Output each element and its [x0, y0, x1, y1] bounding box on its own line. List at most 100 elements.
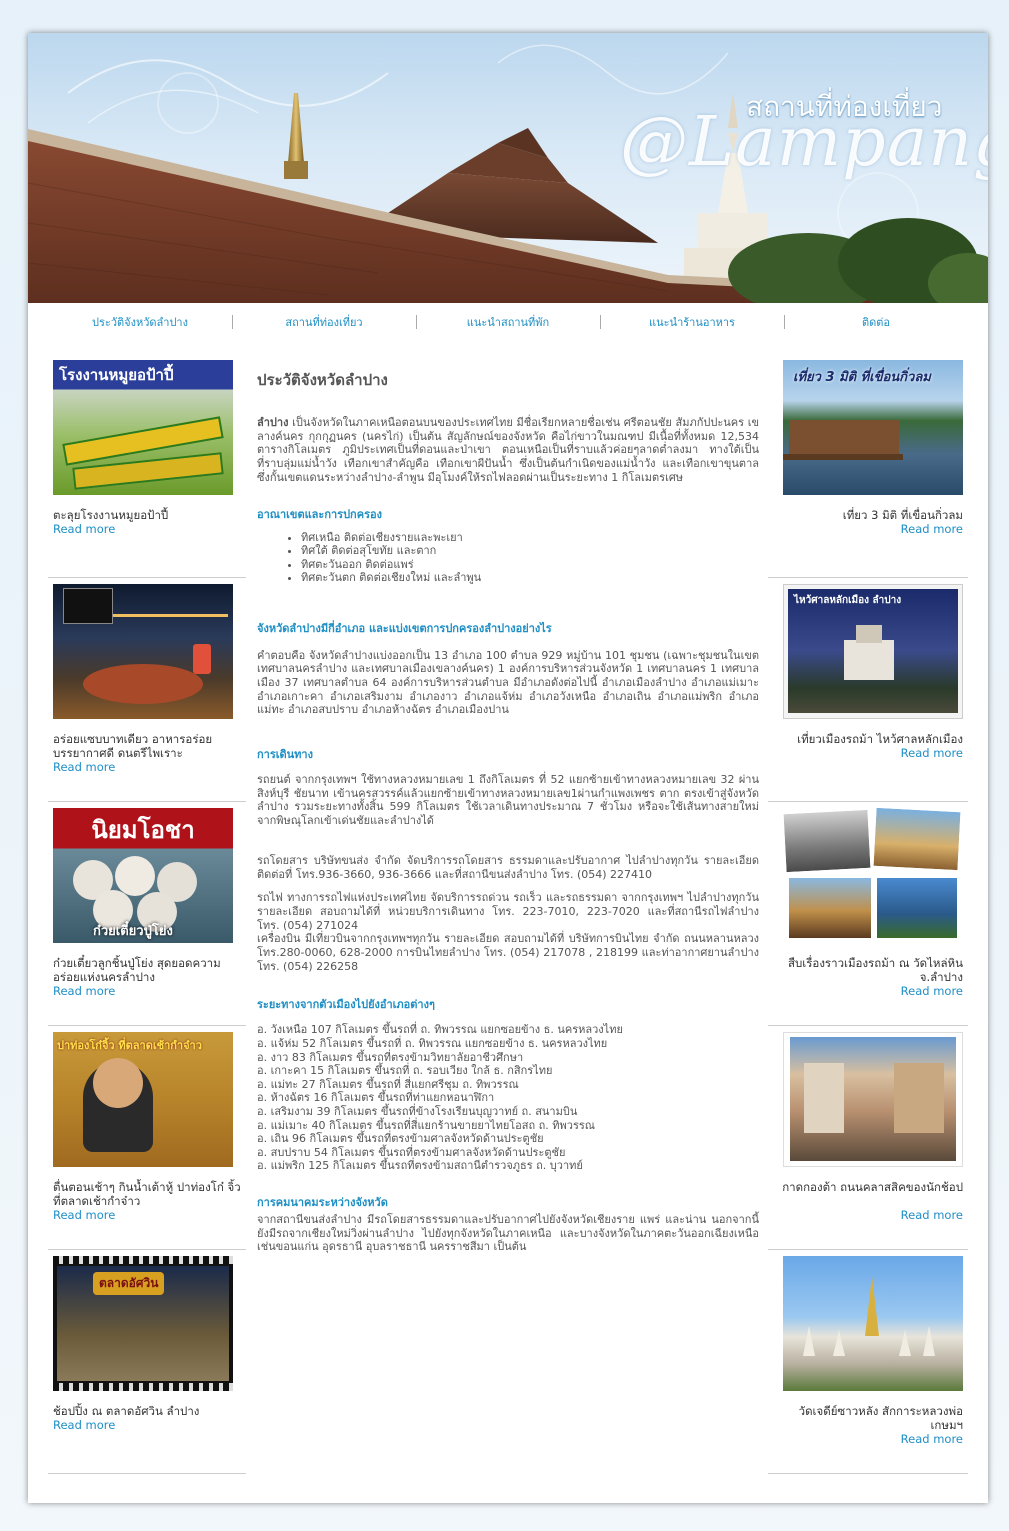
card-divider — [768, 801, 968, 802]
list-item: อ. ห้างฉัตร 16 กิโลเมตร ขึ้นรถที่ท่าแยกห… — [257, 1091, 495, 1105]
card-thumbnail[interactable]: ไหว้ศาลหลักเมือง ลำปาง — [783, 584, 963, 719]
intro-text: เป็นจังหวัดในภาคเหนือตอนบนของประเทศไทย ม… — [257, 416, 759, 484]
left-card: นิยมโอชา ก๋วยเตี๋ยวปู่โย่ง ก๋วยเตี๋ยวลูก… — [48, 808, 248, 1032]
card-caption: กาดกองต้า ถนนคลาสสิคของนักช้อป — [782, 1180, 963, 1194]
card-divider — [768, 1025, 968, 1026]
distance-list: อ. วังเหนือ 107 กิโลเมตร ขึ้นรถที่ ถ. ทิ… — [257, 1023, 759, 1173]
card-divider — [48, 1473, 246, 1474]
thumbnail-banner-text: โรงงานหมูยอป้าปี้ — [59, 366, 174, 384]
read-more-link[interactable]: Read more — [53, 760, 115, 774]
card-thumbnail[interactable] — [783, 808, 963, 943]
thumbnail-banner-text: ไหว้ศาลหลักเมือง ลำปาง — [794, 595, 902, 606]
list-item: อ. แม่เมาะ 40 กิโลเมตร ขึ้นรถที่สี่แยกร้… — [257, 1118, 595, 1132]
read-more-link[interactable]: Read more — [53, 1208, 115, 1222]
card-divider — [48, 1025, 246, 1026]
thumbnail-banner-text: ปาท่องโก๋จิ้ว ที่ตลาดเช้ากำจ๋าว — [57, 1039, 202, 1052]
section-heading-transport: การคมนาคมระหว่างจังหวัด — [257, 1196, 388, 1209]
read-more-link[interactable]: Read more — [901, 1432, 963, 1446]
card-caption: อร่อยแซบบาทเดียว อาหารอร่อย บรรยากาศดี ด… — [53, 732, 213, 760]
page-container: @Lampang สถานที่ท่องเที่ยว ประวัติจังหวั… — [28, 33, 988, 1503]
thumbnail-subtitle-text: ก๋วยเตี๋ยวปู่โย่ง — [93, 924, 173, 939]
card-caption: สืบเรื่องราวเมืองรถม้า ณ วัดไหล่หิน จ.ลำ… — [787, 956, 963, 984]
list-item: ทิศตะวันตก ติดต่อเชียงใหม่ และลำพูน — [301, 571, 759, 585]
read-more-link[interactable]: Read more — [901, 522, 963, 536]
transport-paragraph: จากสถานีขนส่งลำปาง มีรถโดยสารธรรมดาและปร… — [257, 1213, 759, 1254]
page-title: ประวัติจังหวัดลำปาง — [257, 371, 388, 389]
card-divider — [768, 577, 968, 578]
left-card: ตลาดอัศวิน ช้อปปิ้ง ณ ตลาดอัศวิน ลำปาง R… — [48, 1256, 248, 1480]
read-more-link[interactable]: Read more — [53, 522, 115, 536]
list-item: อ. เสริมงาม 39 กิโลเมตร ขึ้นรถที่ข้างโรง… — [257, 1105, 578, 1119]
card-thumbnail[interactable] — [783, 1256, 963, 1391]
card-caption: เที่ยว 3 มิติ ที่เขื่อนกิ่วลม — [842, 508, 963, 522]
read-more-link[interactable]: Read more — [901, 746, 963, 760]
card-divider — [48, 1249, 246, 1250]
intro-paragraph: ลำปาง เป็นจังหวัดในภาคเหนือตอนบนของประเท… — [257, 416, 759, 485]
section-heading-districts: จังหวัดลำปางมีกี่อำเภอ และแบ่งเขตการปกคร… — [257, 621, 552, 635]
list-item: อ. เถิน 96 กิโลเมตร ขึ้นรถที่ตรงข้ามศาลจ… — [257, 1132, 544, 1146]
list-item: อ. สบปราบ 54 กิโลเมตร ขึ้นรถที่ตรงข้ามศา… — [257, 1145, 566, 1159]
section-heading-distance: ระยะทางจากตัวเมืองไปยังอำเภอต่างๆ — [257, 998, 435, 1012]
list-item: อ. แม่ทะ 27 กิโลเมตร ขึ้นรถที่ สี่แยกศรี… — [257, 1077, 519, 1091]
right-sidebar: เที่ยว 3 มิติ ที่เขื่อนกิ่วลม เที่ยว 3 ม… — [768, 360, 968, 1480]
read-more-link[interactable]: Read more — [53, 1418, 115, 1432]
main-content: ประวัติจังหวัดลำปาง ลำปาง เป็นจังหวัดในภ… — [257, 368, 759, 1254]
card-caption: ตะลุยโรงงานหมูยอป้าปี้ — [53, 508, 169, 522]
travel-train-paragraph: รถไฟ ทางการรถไฟแห่งประเทศไทย จัดบริการรถ… — [257, 891, 759, 932]
nav-item-restaurants[interactable]: แนะนำร้านอาหาร — [600, 313, 784, 331]
card-divider — [48, 801, 246, 802]
right-card: วัดเจดีย์ซาวหลัง สักการะหลวงพ่อเกษมฯ Rea… — [768, 1256, 968, 1480]
read-more-link[interactable]: Read more — [901, 1208, 963, 1222]
card-divider — [768, 1249, 968, 1250]
card-caption: เที่ยวเมืองรถม้า ไหว้ศาลหลักเมือง — [797, 732, 963, 746]
card-caption: วัดเจดีย์ซาวหลัง สักการะหลวงพ่อเกษมฯ — [798, 1404, 963, 1432]
main-nav: ประวัติจังหวัดลำปาง สถานที่ท่องเที่ยว แน… — [28, 313, 988, 333]
travel-car-paragraph: รถยนต์ จากกรุงเทพฯ ใช้ทางหลวงหมายเลข 1 ถ… — [257, 773, 759, 828]
right-card: เที่ยว 3 มิติ ที่เขื่อนกิ่วลม เที่ยว 3 ม… — [768, 360, 968, 584]
list-item: อ. เกาะคา 15 กิโลเมตร ขึ้นรถที่ ถ. รอบเว… — [257, 1064, 553, 1078]
card-thumbnail[interactable] — [53, 584, 233, 719]
nav-item-contact[interactable]: ติดต่อ — [784, 313, 968, 331]
list-item: ทิศเหนือ ติดต่อเชียงรายและพะเยา — [301, 531, 759, 545]
territory-list: ทิศเหนือ ติดต่อเชียงรายและพะเยา ทิศใต้ ต… — [301, 531, 759, 585]
card-thumbnail[interactable] — [783, 1032, 963, 1167]
card-thumbnail[interactable]: เที่ยว 3 มิติ ที่เขื่อนกิ่วลม — [783, 360, 963, 495]
read-more-link[interactable]: Read more — [901, 984, 963, 998]
card-divider — [48, 577, 246, 578]
list-item: อ. แม่พริก 125 กิโลเมตร ขึ้นรถที่ตรงข้าม… — [257, 1159, 583, 1173]
card-thumbnail[interactable]: โรงงานหมูยอป้าปี้ — [53, 360, 233, 495]
list-item: อ. งาว 83 กิโลเมตร ขึ้นรถที่ตรงข้ามวิทยา… — [257, 1050, 524, 1064]
nav-item-accommodation[interactable]: แนะนำสถานที่พัก — [416, 313, 600, 331]
list-item: ทิศตะวันออก ติดต่อแพร่ — [301, 558, 759, 572]
card-thumbnail[interactable]: ตลาดอัศวิน — [53, 1256, 233, 1391]
nav-item-attractions[interactable]: สถานที่ท่องเที่ยว — [232, 313, 416, 331]
card-divider — [768, 1473, 968, 1474]
header-title: สถานที่ท่องเที่ยว — [746, 90, 943, 123]
section-heading-travel: การเดินทาง — [257, 748, 313, 762]
thumbnail-banner-text: เที่ยว 3 มิติ ที่เขื่อนกิ่วลม — [793, 370, 931, 385]
right-card: ไหว้ศาลหลักเมือง ลำปาง เที่ยวเมืองรถม้า … — [768, 584, 968, 808]
list-item: อ. วังเหนือ 107 กิโลเมตร ขึ้นรถที่ ถ. ทิ… — [257, 1023, 623, 1037]
card-caption: ก๋วยเตี๋ยวลูกชิ้นปู่โย่ง สุดยอดความอร่อย… — [53, 956, 221, 984]
card-thumbnail[interactable]: นิยมโอชา ก๋วยเตี๋ยวปู่โย่ง — [53, 808, 233, 943]
districts-paragraph: คำตอบคือ จังหวัดลำปางแบ่งออกเป็น 13 อำเภ… — [257, 648, 759, 717]
card-caption: ตื่นตอนเช้าๆ กินน้ำเต้าหู้ ปาท่องโก๋ จิ้… — [53, 1180, 241, 1208]
travel-plane-paragraph: เครื่องบิน มีเที่ยวบินจากกรุงเทพฯทุกวัน … — [257, 932, 759, 973]
section-heading-territory: อาณาเขตและการปกครอง — [257, 507, 382, 521]
list-item: ทิศใต้ ติดต่อสุโขทัย และตาก — [301, 544, 759, 558]
nav-item-history[interactable]: ประวัติจังหวัดลำปาง — [48, 313, 232, 331]
card-caption: ช้อปปิ้ง ณ ตลาดอัศวิน ลำปาง — [53, 1404, 200, 1418]
left-sidebar: โรงงานหมูยอป้าปี้ ตะลุยโรงงานหมูยอป้าปี้… — [48, 360, 248, 1480]
intro-bold-term: ลำปาง — [257, 416, 289, 429]
thumbnail-banner-text: นิยมโอชา — [91, 816, 195, 844]
thumbnail-banner-text: ตลาดอัศวิน — [93, 1272, 165, 1295]
travel-bus-paragraph: รถโดยสาร บริษัทขนส่ง จำกัด จัดบริการรถโด… — [257, 853, 759, 881]
left-card: อร่อยแซบบาทเดียว อาหารอร่อย บรรยากาศดี ด… — [48, 584, 248, 808]
header-banner: @Lampang สถานที่ท่องเที่ยว — [28, 33, 988, 303]
right-card: กาดกองต้า ถนนคลาสสิคของนักช้อป Read more — [768, 1032, 968, 1256]
list-item: อ. แจ้ห่ม 52 กิโลเมตร ขึ้นรถที่ ถ. ทิพวร… — [257, 1037, 608, 1051]
card-thumbnail[interactable]: ปาท่องโก๋จิ้ว ที่ตลาดเช้ากำจ๋าว — [53, 1032, 233, 1167]
read-more-link[interactable]: Read more — [53, 984, 115, 998]
left-card: ปาท่องโก๋จิ้ว ที่ตลาดเช้ากำจ๋าว ตื่นตอนเ… — [48, 1032, 248, 1256]
left-card: โรงงานหมูยอป้าปี้ ตะลุยโรงงานหมูยอป้าปี้… — [48, 360, 248, 584]
